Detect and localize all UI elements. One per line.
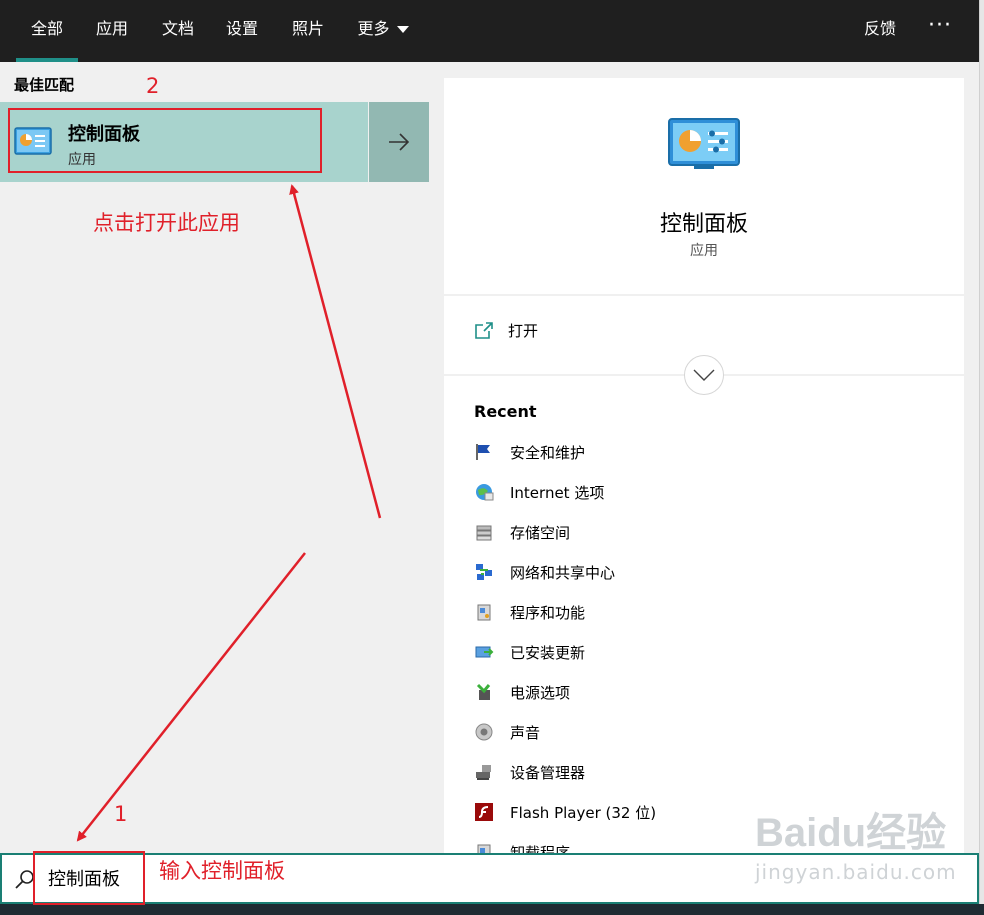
recent-card: Recent 安全和维护 Internet 选项 存储空间 网络和共享中心 程序… (444, 376, 964, 853)
results-panel: 最佳匹配 控制面板 应用 (0, 62, 429, 853)
app-type: 应用 (690, 243, 718, 259)
storage-icon (476, 525, 492, 541)
sound-icon (475, 723, 493, 741)
device-manager-icon (476, 765, 491, 780)
recent-item[interactable]: 安全和维护 (474, 432, 656, 472)
expand-button[interactable] (684, 355, 724, 395)
recent-item-label: 网络和共享中心 (510, 563, 616, 582)
chevron-down-icon (396, 26, 409, 33)
recent-item[interactable]: 程序和功能 (474, 592, 656, 632)
flag-icon (476, 444, 490, 460)
recent-item[interactable]: 设备管理器 (474, 752, 656, 792)
tab-all[interactable]: 全部 (16, 0, 78, 62)
recent-item-label: 声音 (510, 723, 541, 742)
recent-item[interactable]: 网络和共享中心 (474, 552, 656, 592)
open-details-button[interactable] (369, 102, 429, 182)
app-title: 控制面板 (659, 212, 748, 237)
best-match-label: 最佳匹配 (14, 76, 75, 94)
recent-item-label: 设备管理器 (510, 763, 586, 782)
chevron-down-icon (693, 369, 715, 381)
tab-photos[interactable]: 照片 (280, 0, 336, 62)
annotation-step-2-text: 点击打开此应用 (93, 211, 240, 235)
tab-more-label: 更多 (357, 19, 390, 38)
watermark-url: jingyan.baidu.com (755, 860, 957, 884)
annotation-box-search (33, 851, 145, 905)
search-filter-bar: 全部 应用 文档 设置 照片 更多 反馈 ··· (0, 0, 979, 62)
watermark: Baidu经验 jingyan.baidu.com (755, 800, 957, 884)
globe-icon (476, 484, 494, 501)
network-icon (476, 564, 492, 580)
app-summary-card: 控制面板 应用 (444, 78, 964, 294)
tab-documents[interactable]: 文档 (150, 0, 206, 62)
open-icon (475, 321, 493, 339)
recent-item-label: 存储空间 (510, 523, 571, 542)
recent-item[interactable]: Flash Player (32 位) (474, 792, 656, 832)
annotation-box-best-match (8, 108, 322, 173)
recent-item-label: 卸载程序 (510, 843, 571, 854)
more-options-button[interactable]: ··· (920, 0, 960, 62)
watermark-logo: Baidu经验 (755, 811, 947, 855)
control-panel-large-icon (668, 118, 740, 174)
recent-item-label: 电源选项 (510, 683, 571, 702)
recent-item-label: Internet 选项 (510, 483, 605, 502)
arrow-right-icon (389, 133, 410, 151)
desktop-edge (979, 0, 984, 915)
recent-list: 安全和维护 Internet 选项 存储空间 网络和共享中心 程序和功能 已安装… (474, 432, 656, 853)
recent-item[interactable]: 存储空间 (474, 512, 656, 552)
recent-item[interactable]: 卸载程序 (474, 832, 656, 853)
flash-icon (475, 803, 493, 821)
programs-icon (477, 604, 491, 621)
power-icon (476, 683, 491, 700)
tab-more[interactable]: 更多 (348, 0, 418, 62)
recent-item[interactable]: 电源选项 (474, 672, 656, 712)
recent-item[interactable]: 声音 (474, 712, 656, 752)
recent-item-label: 已安装更新 (510, 643, 586, 662)
annotation-step-2-number: 2 (146, 74, 160, 98)
open-button[interactable]: 打开 (474, 320, 538, 341)
annotation-step-1-text: 输入控制面板 (159, 859, 285, 883)
taskbar (0, 904, 984, 915)
annotation-step-1-number: 1 (114, 802, 128, 826)
recent-item[interactable]: 已安装更新 (474, 632, 656, 672)
feedback-button[interactable]: 反馈 (852, 0, 908, 62)
updates-icon (475, 646, 494, 658)
tab-settings[interactable]: 设置 (214, 0, 270, 62)
recent-item-label: Flash Player (32 位) (510, 803, 657, 822)
recent-item-label: 安全和维护 (510, 443, 586, 462)
recent-heading: Recent (474, 402, 537, 421)
details-panel: 控制面板 应用 打开 Recent 安全和维护 Internet 选项 存储空间… (429, 62, 979, 853)
tab-apps[interactable]: 应用 (84, 0, 140, 62)
recent-item[interactable]: Internet 选项 (474, 472, 656, 512)
uninstall-icon (477, 844, 491, 853)
open-label: 打开 (508, 322, 539, 340)
recent-item-label: 程序和功能 (510, 603, 586, 622)
